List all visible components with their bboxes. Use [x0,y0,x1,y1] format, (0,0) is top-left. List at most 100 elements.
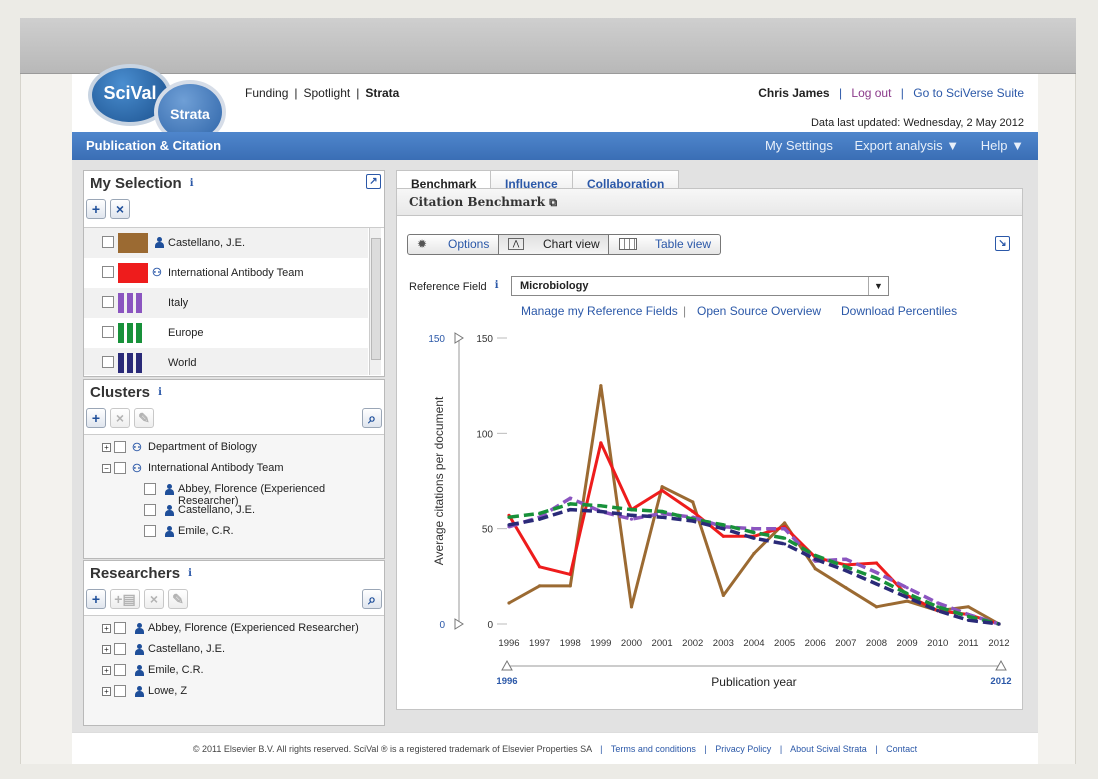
logout-link[interactable]: Log out [851,86,891,100]
series-point [691,519,695,523]
researcher-item[interactable]: + Emile, C.R. [84,660,380,681]
checkbox[interactable] [144,525,156,537]
popout-icon[interactable]: ⧉ [549,196,557,209]
expand-icon[interactable]: + [102,645,111,654]
options-button[interactable]: ✹ Options [407,234,499,255]
info-icon[interactable]: i [186,178,198,190]
expand-icon[interactable]: ↗ [366,174,381,189]
series-point [905,599,909,603]
edit-researcher-button[interactable]: ✎ [168,589,188,609]
cluster-tree-item[interactable]: Emile, C.R. [84,521,380,542]
researcher-item[interactable]: + Abbey, Florence (Experienced Researcher… [84,618,380,639]
about-link[interactable]: About Scival Strata [790,744,867,754]
search-icon[interactable]: ⌕ [362,408,382,428]
add-button[interactable]: + [86,199,106,219]
download-percentiles-link[interactable]: Download Percentiles [841,304,957,318]
group-icon: ⚇ [152,267,162,279]
remove-button[interactable]: × [110,199,130,219]
checkbox[interactable] [102,356,114,368]
expand-icon[interactable]: + [102,666,111,675]
cluster-tree-item[interactable]: Abbey, Florence (Experienced Researcher) [84,479,380,507]
series-point [936,601,940,605]
edit-cluster-button[interactable]: ✎ [134,408,154,428]
table-view-button[interactable]: Table view [608,234,721,255]
expand-icon[interactable]: + [102,624,111,633]
delete-cluster-button[interactable]: × [110,408,130,428]
researcher-item[interactable]: + Castellano, J.E. [84,639,380,660]
series-point [660,515,664,519]
checkbox[interactable] [114,441,126,453]
add-researcher-button[interactable]: + [86,589,106,609]
checkbox[interactable] [102,236,114,248]
selection-item[interactable]: World [84,348,368,375]
search-icon[interactable]: ⌕ [362,589,382,609]
info-icon[interactable]: i [491,280,503,292]
selection-item[interactable]: Castellano, J.E. [84,228,368,258]
series-point [660,509,664,514]
series-point [813,553,817,557]
open-source-link[interactable]: Open Source Overview [697,304,821,318]
checkbox[interactable] [102,266,114,278]
sciverse-suite-link[interactable]: Go to SciVerse Suite [913,86,1024,100]
series-point [874,582,879,586]
delete-researcher-button[interactable]: × [144,589,164,609]
cluster-tree-item[interactable]: − ⚇ International Antibody Team [84,458,380,479]
footer-separator: | [704,744,707,754]
nav-strata[interactable]: Strata [365,86,399,100]
checkbox[interactable] [114,685,126,697]
series-point [691,500,695,504]
x-tick-label: 2011 [958,638,978,649]
checkbox[interactable] [114,622,126,634]
add-to-cluster-button[interactable]: +▤ [110,589,140,609]
privacy-link[interactable]: Privacy Policy [715,744,771,754]
selection-scrollbar[interactable] [369,228,381,375]
expand-icon[interactable]: + [102,687,111,696]
series-point [966,605,970,609]
series-point [629,508,634,512]
series-point [568,508,572,512]
researcher-item[interactable]: + Lowe, Z [84,681,380,702]
reference-field-select[interactable]: Microbiology ▼ [511,276,889,296]
nav-spotlight[interactable]: Spotlight [304,86,351,100]
terms-link[interactable]: Terms and conditions [611,744,696,754]
info-icon[interactable]: i [184,568,196,580]
checkbox[interactable] [114,643,126,655]
x-tick-label: 1997 [529,638,550,649]
options-label: Options [448,237,490,251]
info-icon[interactable]: i [154,387,166,399]
selection-item[interactable]: ⚇ International Antibody Team [84,258,368,288]
my-settings-link[interactable]: My Settings [765,138,833,153]
contact-link[interactable]: Contact [886,744,917,754]
collapse-icon[interactable]: − [102,464,111,473]
x-tick-label: 2005 [774,638,795,649]
export-analysis-menu[interactable]: Export analysis ▼ [855,138,960,153]
researcher-item-label: Lowe, Z [148,685,188,697]
checkbox[interactable] [144,504,156,516]
checkbox[interactable] [102,296,114,308]
series-point [844,557,848,561]
checkbox[interactable] [144,483,156,495]
checkbox[interactable] [114,664,126,676]
person-icon [134,686,144,697]
y-tick-label: 50 [482,525,494,536]
expand-icon[interactable]: + [102,443,111,452]
help-menu[interactable]: Help ▼ [981,138,1024,153]
cluster-tree-item[interactable]: Castellano, J.E. [84,500,380,521]
group-icon: ⚇ [132,463,142,475]
scroll-thumb[interactable] [371,238,381,360]
add-cluster-button[interactable]: + [86,408,106,428]
series-point [874,570,879,575]
selection-item-label: Castellano, J.E. [168,237,246,249]
selection-item[interactable]: Italy [84,288,368,318]
cluster-tree-item[interactable]: + ⚇ Department of Biology [84,437,380,458]
x-tick-label: 2012 [988,638,1009,649]
checkbox[interactable] [114,462,126,474]
checkbox[interactable] [102,326,114,338]
nav-funding[interactable]: Funding [245,86,288,100]
module-title: Publication & Citation [86,138,222,153]
chart-view-button[interactable]: ⋀ Chart view [498,234,609,255]
manage-reference-link[interactable]: Manage my Reference Fields [521,304,678,318]
selection-item[interactable]: Europe [84,318,368,348]
x-axis-title: Publication year [711,675,796,689]
expand-icon[interactable]: ↘ [995,236,1010,251]
